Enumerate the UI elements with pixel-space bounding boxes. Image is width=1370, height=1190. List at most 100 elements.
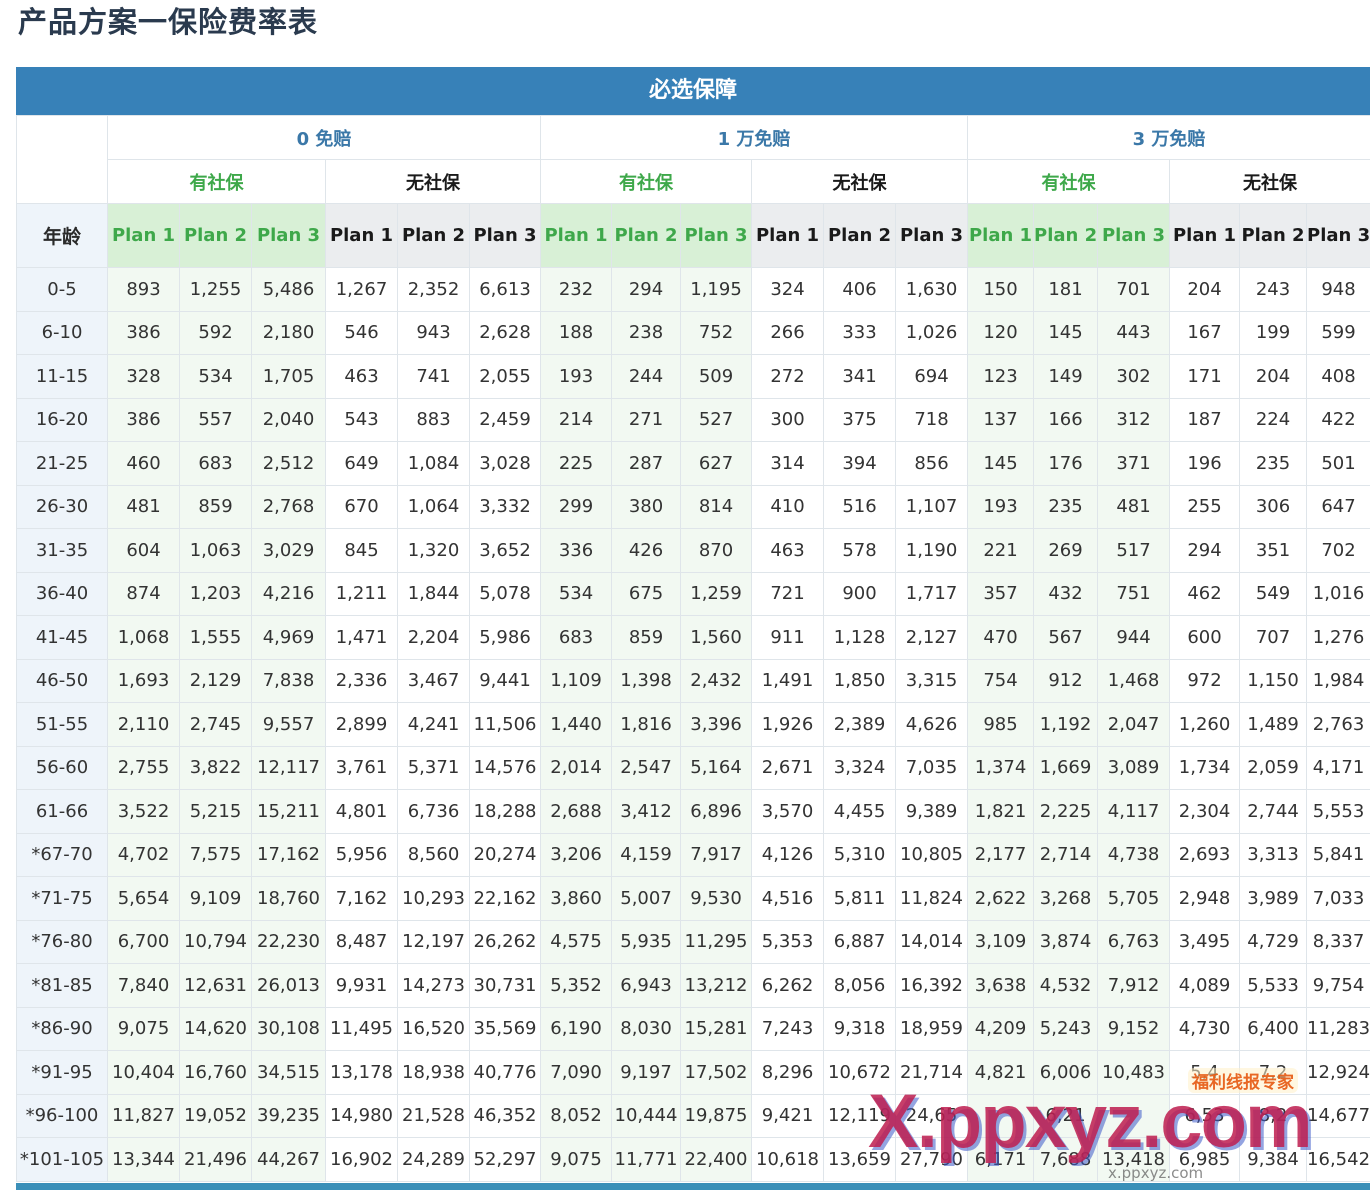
age-cell: *81-85 bbox=[16, 963, 108, 1008]
rate-cell: 6,736 bbox=[397, 789, 470, 834]
rate-cell: 235 bbox=[1239, 441, 1308, 486]
rate-cell: 324 bbox=[751, 267, 825, 312]
rate-cell: 859 bbox=[179, 484, 252, 529]
rate-cell: 3,467 bbox=[397, 658, 470, 703]
rate-cell: 294 bbox=[611, 267, 682, 312]
rate-cell: 9,152 bbox=[1097, 1006, 1171, 1051]
rate-cell: 6,613 bbox=[468, 267, 542, 312]
with-social-insurance-header: 有社保 bbox=[107, 159, 326, 204]
rate-cell: 2,755 bbox=[107, 745, 180, 790]
rate-cell: 578 bbox=[823, 528, 897, 573]
rate-cell: 10,794 bbox=[179, 919, 252, 964]
rate-cell: 1,468 bbox=[1097, 658, 1171, 703]
rate-cell: 204 bbox=[1239, 354, 1308, 399]
rate-cell: 2,547 bbox=[611, 745, 682, 790]
rate-cell: 4,801 bbox=[325, 789, 398, 834]
rate-cell: 145 bbox=[967, 441, 1035, 486]
rate-cell: 35,569 bbox=[468, 1006, 542, 1051]
rate-cell: 3,206 bbox=[540, 832, 613, 877]
rate-cell: 422 bbox=[1306, 397, 1370, 442]
rate-cell: 2,459 bbox=[468, 397, 542, 442]
rate-cell: 204 bbox=[1169, 267, 1241, 312]
rate-cell: 718 bbox=[895, 397, 969, 442]
rate-cell: 1,107 bbox=[895, 484, 969, 529]
rate-cell: 351 bbox=[1239, 528, 1308, 573]
rate-cell: 14,576 bbox=[468, 745, 542, 790]
table-row: 16-20 386 557 2,040 543 883 2,459 214 271 527 300 3… bbox=[16, 397, 1370, 442]
rate-cell: 187 bbox=[1169, 397, 1241, 442]
rate-cell: 1,109 bbox=[540, 658, 613, 703]
rate-cell: 193 bbox=[967, 484, 1035, 529]
rate-cell: 1,844 bbox=[397, 571, 470, 616]
rate-cell: 8,296 bbox=[751, 1050, 825, 1095]
rate-cell: 463 bbox=[325, 354, 398, 399]
rate-cell: 8,056 bbox=[823, 963, 897, 1008]
rate-cell: 9,075 bbox=[540, 1137, 613, 1182]
table-row: 31-35 604 1,063 3,029 845 1,320 3,652 336 426 870… bbox=[16, 528, 1370, 573]
rate-cell: 516 bbox=[823, 484, 897, 529]
rate-cell: 4,216 bbox=[251, 571, 326, 616]
rate-cell: 2,336 bbox=[325, 658, 398, 703]
table-row: 51-55 2,110 2,745 9,557 2,899 4,241 11,506 1,44… bbox=[16, 702, 1370, 747]
rate-cell: 11,506 bbox=[468, 702, 542, 747]
rate-cell: 7,575 bbox=[179, 832, 252, 877]
rate-cell: 20,274 bbox=[468, 832, 542, 877]
rate-cell: 3,313 bbox=[1239, 832, 1308, 877]
rate-cell: 2,512 bbox=[251, 441, 326, 486]
plan-header: Plan 3 bbox=[680, 203, 753, 268]
rate-cell: 7,162 bbox=[325, 876, 398, 921]
rate-cell: 336 bbox=[540, 528, 613, 573]
rate-cell: 1,630 bbox=[895, 267, 969, 312]
rate-cell: 3,028 bbox=[468, 441, 542, 486]
rate-cell: 4,171 bbox=[1306, 745, 1370, 790]
rate-cell: 845 bbox=[325, 528, 398, 573]
rate-cell: 1,320 bbox=[397, 528, 470, 573]
rate-cell: 7,090 bbox=[540, 1050, 613, 1095]
with-social-insurance-header: 有社保 bbox=[540, 159, 753, 204]
rate-cell: 171 bbox=[1169, 354, 1241, 399]
plan-header: Plan 1 bbox=[1169, 203, 1241, 268]
rate-cell: 8,487 bbox=[325, 919, 398, 964]
rate-cell: 269 bbox=[1033, 528, 1099, 573]
rate-cell: 7,243 bbox=[751, 1006, 825, 1051]
rate-cell: 4,702 bbox=[107, 832, 180, 877]
rate-cell: 752 bbox=[680, 310, 753, 355]
rate-cell: 10,672 bbox=[823, 1050, 897, 1095]
plan-header: Plan 3 bbox=[1097, 203, 1171, 268]
rate-cell: 11,824 bbox=[895, 876, 969, 921]
rate-cell: 408 bbox=[1306, 354, 1370, 399]
rate-cell: 181 bbox=[1033, 267, 1099, 312]
rate-cell: 5,310 bbox=[823, 832, 897, 877]
rate-cell: 13,418 bbox=[1097, 1137, 1171, 1182]
rate-cell: 24,289 bbox=[397, 1137, 470, 1182]
without-social-insurance-header: 无社保 bbox=[1169, 159, 1370, 204]
rate-cell: 1,267 bbox=[325, 267, 398, 312]
rate-cell: 670 bbox=[325, 484, 398, 529]
rate-cell: 6,985 bbox=[1169, 1137, 1241, 1182]
rate-cell: 2,432 bbox=[680, 658, 753, 703]
rate-cell: 5,935 bbox=[611, 919, 682, 964]
rate-cell: 225 bbox=[540, 441, 613, 486]
rate-cell: 12,119 bbox=[823, 1093, 897, 1138]
rate-cell: 2,688 bbox=[540, 789, 613, 834]
rate-cell: 5,956 bbox=[325, 832, 398, 877]
rate-cell: 2,948 bbox=[1169, 876, 1241, 921]
rate-cell: 7,917 bbox=[680, 832, 753, 877]
rate-cell: 972 bbox=[1169, 658, 1241, 703]
age-cell: *96-100 bbox=[16, 1093, 108, 1138]
rate-cell: 2,622 bbox=[967, 876, 1035, 921]
rate-cell: 501 bbox=[1306, 441, 1370, 486]
rate-cell: 2,110 bbox=[107, 702, 180, 747]
without-social-insurance-header: 无社保 bbox=[324, 159, 542, 204]
rate-cell: 333 bbox=[823, 310, 897, 355]
rate-cell: 1,255 bbox=[179, 267, 252, 312]
rate-cell: 534 bbox=[540, 571, 613, 616]
age-cell: *91-95 bbox=[16, 1050, 108, 1095]
rate-cell: 27,790 bbox=[895, 1137, 969, 1182]
rate-cell: 4,626 bbox=[895, 702, 969, 747]
rate-cell: 8,052 bbox=[540, 1093, 613, 1138]
plan-header: Plan 2 bbox=[1033, 203, 1099, 268]
rate-cell: 3,860 bbox=[540, 876, 613, 921]
rate-cell: 30,108 bbox=[251, 1006, 326, 1051]
rate-cell: 15,281 bbox=[680, 1006, 753, 1051]
